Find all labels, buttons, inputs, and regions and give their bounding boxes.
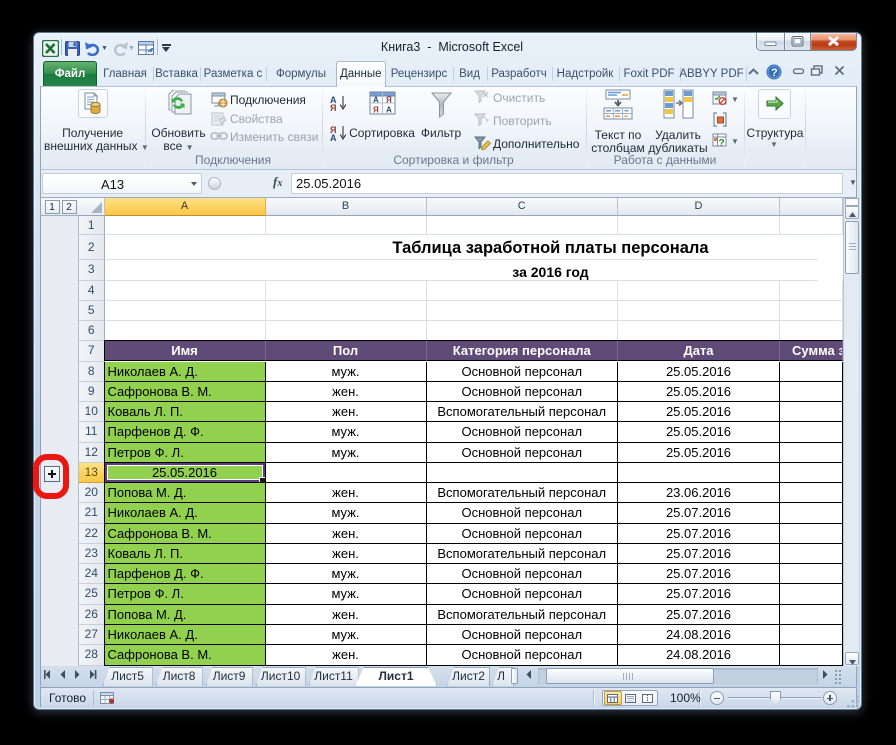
svg-text:А: А bbox=[373, 96, 379, 105]
svg-text:Я: Я bbox=[373, 106, 379, 115]
svg-text:?: ? bbox=[719, 138, 725, 149]
svg-text:?: ? bbox=[771, 67, 778, 79]
svg-text:А: А bbox=[386, 106, 392, 115]
svg-text:Я: Я bbox=[386, 96, 392, 105]
